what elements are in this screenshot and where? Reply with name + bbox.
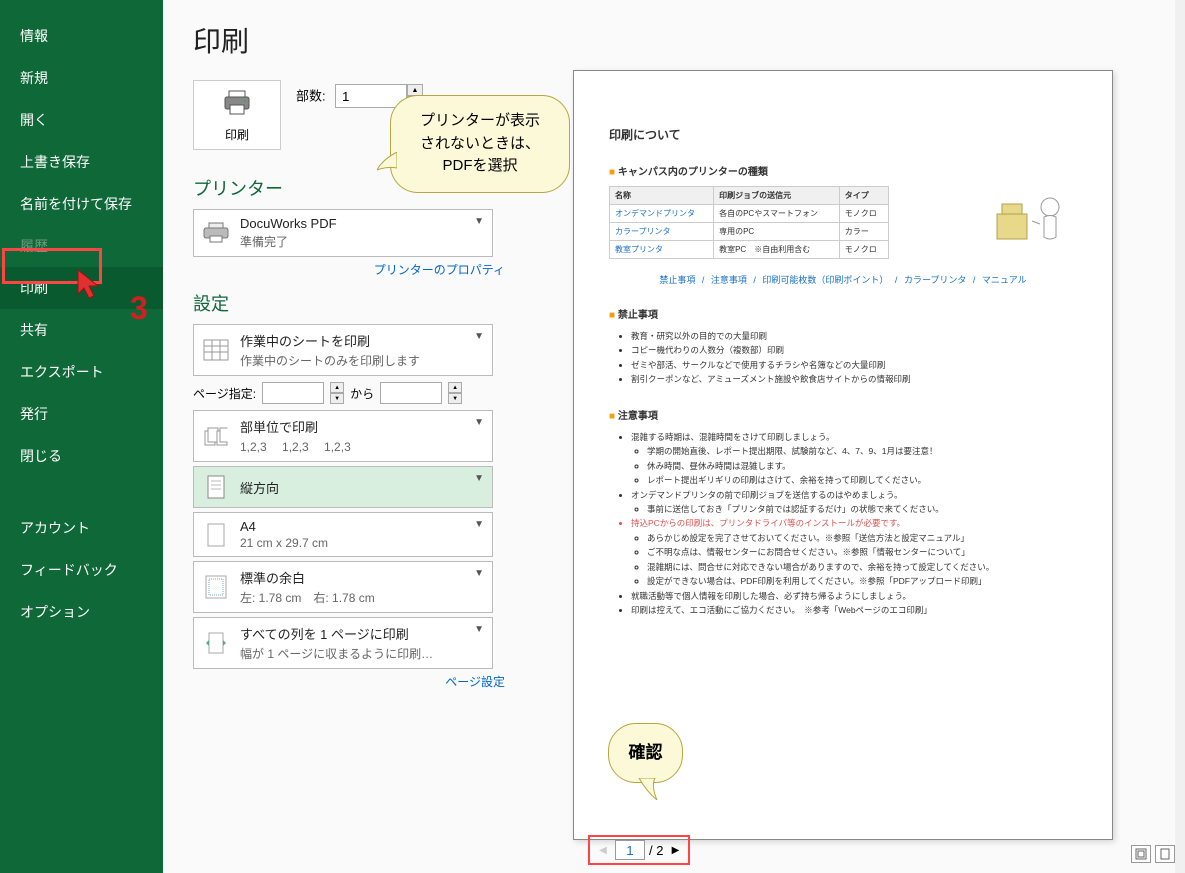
printer-name: DocuWorks PDF: [240, 216, 484, 231]
page-from-input[interactable]: [262, 382, 324, 404]
preview-list-note: 混雑する時期は、混雑時間をさけて印刷しましょう。 学期の開始直後、レポート提出期…: [631, 430, 1077, 618]
scaling-dropdown[interactable]: すべての列を 1 ページに印刷 幅が 1 ページに収まるように印刷… ▼: [193, 617, 493, 669]
settings-heading: 設定: [193, 290, 513, 316]
printer-dropdown[interactable]: DocuWorks PDF 準備完了 ▼: [193, 209, 493, 257]
copies-label: 部数:: [296, 89, 326, 104]
current-page-input[interactable]: [615, 840, 645, 860]
show-margins-button[interactable]: [1131, 845, 1151, 863]
page-to-input[interactable]: [380, 382, 442, 404]
vertical-scrollbar[interactable]: [1175, 0, 1185, 873]
sidebar-item-feedback[interactable]: フィードバック: [0, 549, 163, 591]
sidebar-item-export[interactable]: エクスポート: [0, 351, 163, 393]
zoom-to-page-button[interactable]: [1155, 845, 1175, 863]
page-from-up[interactable]: ▲: [330, 382, 344, 393]
collate-title: 部単位で印刷: [240, 417, 484, 436]
margins-sub: 左: 1.78 cm 右: 1.78 cm: [240, 589, 484, 606]
sidebar-item-history: 履歴: [0, 225, 163, 267]
page-to-label: から: [350, 385, 374, 402]
prev-page-button: ◀: [595, 842, 611, 858]
chevron-down-icon: ▼: [474, 216, 484, 227]
margins-icon: [202, 573, 230, 601]
paper-title: A4: [240, 519, 484, 534]
preview-table: 名称印刷ジョブの送信元タイプ オンデマンドプリンタ各自のPCやスマートフォンモノ…: [609, 186, 889, 259]
printer-device-icon: [202, 219, 230, 247]
zoom-controls: [1131, 845, 1175, 863]
paper-sub: 21 cm x 29.7 cm: [240, 536, 484, 550]
printer-illustration-icon: [992, 189, 1072, 249]
preview-sec2: 禁止事項: [609, 306, 1077, 321]
page-total-label: / 2: [649, 843, 663, 858]
preview-list-forbidden: 教育・研究以外の目的での大量印刷 コピー機代わりの人数分（複数部）印刷 ゼミや部…: [631, 329, 1077, 387]
chevron-down-icon: ▼: [474, 519, 484, 530]
scaling-title: すべての列を 1 ページに印刷: [240, 624, 484, 643]
chevron-down-icon: ▼: [474, 331, 484, 342]
sidebar-item-save[interactable]: 上書き保存: [0, 141, 163, 183]
orientation-title: 縦方向: [240, 478, 484, 497]
chevron-down-icon: ▼: [474, 473, 484, 484]
chevron-down-icon: ▼: [474, 568, 484, 579]
annotation-step-number: 3: [130, 290, 148, 327]
collate-dropdown[interactable]: 部単位で印刷 1,2,3 1,2,3 1,2,3 ▼: [193, 410, 493, 462]
chevron-down-icon: ▼: [474, 417, 484, 428]
collate-sub: 1,2,3 1,2,3 1,2,3: [240, 438, 484, 455]
print-button-label: 印刷: [225, 128, 249, 142]
margins-title: 標準の余白: [240, 568, 484, 587]
printer-status: 準備完了: [240, 233, 484, 250]
margins-dropdown[interactable]: 標準の余白 左: 1.78 cm 右: 1.78 cm ▼: [193, 561, 493, 613]
fit-width-icon: [202, 629, 230, 657]
scaling-sub: 幅が 1 ページに収まるように印刷…: [240, 645, 484, 662]
sidebar-item-info[interactable]: 情報: [0, 15, 163, 57]
printer-properties-link[interactable]: プリンターのプロパティ: [193, 261, 505, 278]
preview-sec3: 注意事項: [609, 407, 1077, 422]
sheets-icon: [202, 336, 230, 364]
scope-sub: 作業中のシートのみを印刷します: [240, 352, 484, 369]
page-to-down[interactable]: ▼: [448, 393, 462, 404]
print-button[interactable]: 印刷: [193, 80, 281, 150]
portrait-icon: [202, 473, 230, 501]
preview-nav-links: 禁止事項 / 注意事項 / 印刷可能枚数（印刷ポイント） / カラープリンタ /…: [609, 273, 1077, 286]
page-navigation: ◀ / 2 ▶: [588, 835, 690, 865]
collate-icon: [202, 422, 230, 450]
scope-title: 作業中のシートを印刷: [240, 331, 484, 350]
callout-printer-pdf: プリンターが表示 されないときは、 PDFを選択: [390, 95, 570, 193]
sidebar-item-open[interactable]: 開く: [0, 99, 163, 141]
annotation-highlight-pagenav: ◀ / 2 ▶: [588, 835, 690, 865]
chevron-down-icon: ▼: [474, 624, 484, 635]
print-scope-dropdown[interactable]: 作業中のシートを印刷 作業中のシートのみを印刷します ▼: [193, 324, 493, 376]
sidebar-item-saveas[interactable]: 名前を付けて保存: [0, 183, 163, 225]
callout-confirm: 確認: [608, 723, 683, 783]
sidebar-item-new[interactable]: 新規: [0, 57, 163, 99]
preview-sec1: キャンパス内のプリンターの種類: [609, 163, 1077, 178]
sidebar-item-publish[interactable]: 発行: [0, 393, 163, 435]
orientation-dropdown[interactable]: 縦方向 ▼: [193, 466, 493, 508]
printer-icon: [198, 89, 276, 124]
page-from-down[interactable]: ▼: [330, 393, 344, 404]
page-range-label: ページ指定:: [193, 385, 256, 402]
backstage-sidebar: 情報 新規 開く 上書き保存 名前を付けて保存 履歴 印刷 共有 エクスポート …: [0, 0, 163, 873]
paper-dropdown[interactable]: A4 21 cm x 29.7 cm ▼: [193, 512, 493, 557]
page-title: 印刷: [193, 20, 513, 60]
page-icon: [202, 521, 230, 549]
page-to-up[interactable]: ▲: [448, 382, 462, 393]
sidebar-item-options[interactable]: オプション: [0, 591, 163, 633]
sidebar-item-close[interactable]: 閉じる: [0, 435, 163, 477]
sidebar-item-account[interactable]: アカウント: [0, 507, 163, 549]
next-page-button[interactable]: ▶: [667, 842, 683, 858]
page-setup-link[interactable]: ページ設定: [193, 673, 505, 690]
preview-title: 印刷について: [609, 126, 1077, 143]
